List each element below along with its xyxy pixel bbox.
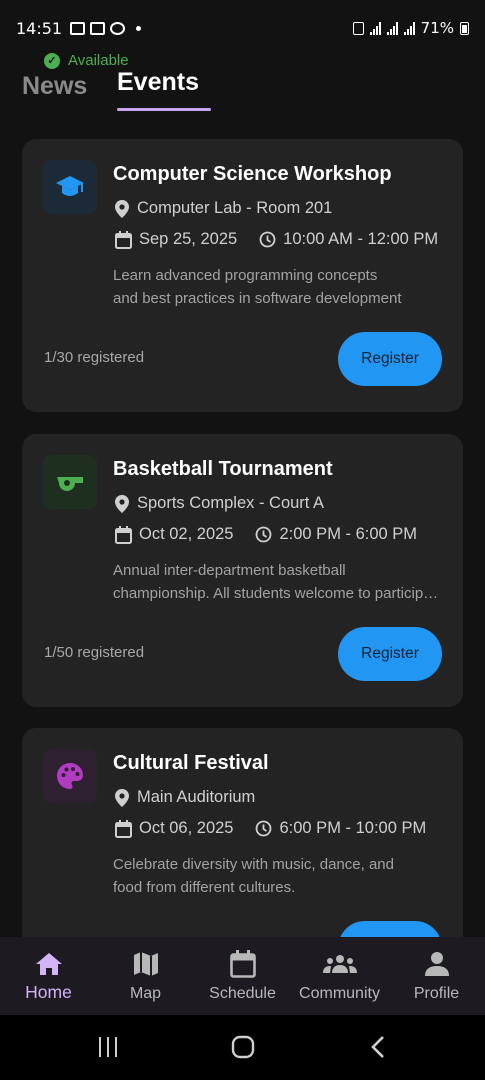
- status-bar: 14:51 71%: [0, 0, 485, 56]
- palette-icon: [57, 763, 83, 789]
- event-location: Sports Complex - Court A: [115, 494, 324, 513]
- event-title: Basketball Tournament: [113, 458, 333, 480]
- register-button[interactable]: Register: [338, 332, 442, 386]
- recents-button[interactable]: [96, 1033, 120, 1061]
- event-description-line: Annual inter-department basketball: [113, 562, 346, 579]
- registered-count: 1/30 registered: [44, 349, 145, 366]
- event-date: Sep 25, 2025: [139, 230, 238, 248]
- event-datetime: Sep 25, 2025 10:00 AM - 12:00 PM: [115, 230, 438, 249]
- lock-icon: [352, 21, 364, 35]
- nav-community[interactable]: Community: [291, 937, 388, 1015]
- location-pin-icon: [115, 494, 129, 513]
- event-time: 2:00 PM - 6:00 PM: [279, 525, 418, 543]
- event-icon-box: [43, 455, 97, 509]
- event-time: 6:00 PM - 10:00 PM: [279, 819, 427, 837]
- status-time: 14:51: [16, 18, 63, 38]
- calendar-icon: [229, 949, 256, 979]
- event-icon-box: [43, 160, 97, 214]
- back-button[interactable]: [368, 1033, 388, 1061]
- event-location-text: Sports Complex - Court A: [137, 494, 325, 512]
- clock-icon: [256, 820, 272, 837]
- home-icon: [35, 949, 63, 979]
- whistle-icon: [57, 477, 83, 491]
- whatsapp-notification-icon: [110, 21, 126, 35]
- nav-schedule[interactable]: Schedule: [194, 937, 291, 1015]
- register-button[interactable]: Register: [338, 627, 442, 681]
- event-date: Oct 06, 2025: [139, 819, 234, 837]
- event-description: Annual inter-department basketball champ…: [113, 559, 445, 605]
- event-description-line: Learn advanced programming concepts: [113, 267, 378, 284]
- nav-label: Map: [129, 985, 162, 1002]
- event-location: Computer Lab - Room 201: [115, 199, 332, 218]
- person-icon: [424, 949, 449, 979]
- calendar-icon: [115, 230, 132, 249]
- battery-icon: [460, 21, 469, 35]
- notification-icons: [70, 21, 142, 35]
- event-title: Cultural Festival: [113, 752, 269, 774]
- event-description: Learn advanced programming concepts and …: [113, 264, 445, 310]
- event-description-line: food from different cultures.: [113, 879, 296, 896]
- nav-label: Schedule: [209, 985, 276, 1002]
- battery-percent: 71%: [420, 19, 454, 37]
- event-card[interactable]: Basketball Tournament Sports Complex - C…: [22, 434, 463, 707]
- nav-profile[interactable]: Profile: [388, 937, 485, 1015]
- clock-icon: [259, 231, 276, 248]
- back-chevron-icon: [371, 1036, 384, 1058]
- map-icon: [133, 949, 159, 979]
- recents-icon: [99, 1037, 117, 1057]
- tab-events[interactable]: Events: [117, 68, 199, 97]
- nav-label: Community: [299, 985, 380, 1002]
- event-card[interactable]: Computer Science Workshop Computer Lab -…: [22, 139, 463, 412]
- system-navigation-bar: [0, 1015, 485, 1080]
- event-datetime: Oct 02, 2025 2:00 PM - 6:00 PM: [115, 525, 417, 544]
- event-datetime: Oct 06, 2025 6:00 PM - 10:00 PM: [115, 819, 426, 838]
- home-button[interactable]: [230, 1033, 256, 1061]
- event-icon-box: [43, 749, 97, 803]
- nav-label: Home: [25, 982, 72, 1002]
- calendar-icon: [115, 525, 132, 544]
- tab-news[interactable]: News: [22, 72, 87, 101]
- event-description-line: and best practices in software developme…: [113, 290, 402, 307]
- event-date: Oct 02, 2025: [139, 525, 234, 543]
- event-description: Celebrate diversity with music, dance, a…: [113, 853, 445, 899]
- signal-4g-icon: [386, 21, 398, 35]
- nav-home[interactable]: Home: [0, 937, 97, 1015]
- event-time: 10:00 AM - 12:00 PM: [283, 230, 439, 248]
- availability-label: Available: [68, 52, 129, 69]
- gallery-notification-icon: [70, 21, 86, 35]
- more-notifications-icon: [136, 25, 142, 31]
- tab-indicator: [117, 108, 211, 111]
- groups-icon: [322, 949, 357, 979]
- graduation-cap-icon: [56, 176, 84, 196]
- bottom-navigation: Home Map Schedule Community Profile: [0, 937, 485, 1015]
- event-location-text: Computer Lab - Room 201: [137, 199, 333, 217]
- check-circle-icon: ✓: [44, 52, 60, 69]
- signal-2-icon: [403, 21, 415, 35]
- registered-count: 1/50 registered: [44, 644, 145, 661]
- event-description-line: championship. All students welcome to pa…: [113, 585, 445, 602]
- home-circle-icon: [231, 1035, 255, 1059]
- event-title: Computer Science Workshop: [113, 163, 392, 185]
- event-location: Main Auditorium: [115, 788, 255, 807]
- clock-icon: [256, 526, 272, 543]
- nav-map[interactable]: Map: [97, 937, 194, 1015]
- news-notification-icon: [90, 21, 106, 35]
- availability-indicator: ✓ Available: [44, 52, 129, 69]
- event-location-text: Main Auditorium: [137, 788, 256, 806]
- nav-label: Profile: [413, 985, 460, 1002]
- location-pin-icon: [115, 788, 129, 807]
- signal-icon: [369, 21, 381, 35]
- calendar-icon: [115, 819, 132, 838]
- status-right: 71%: [352, 19, 469, 37]
- event-description-line: Celebrate diversity with music, dance, a…: [113, 856, 394, 873]
- location-pin-icon: [115, 199, 129, 218]
